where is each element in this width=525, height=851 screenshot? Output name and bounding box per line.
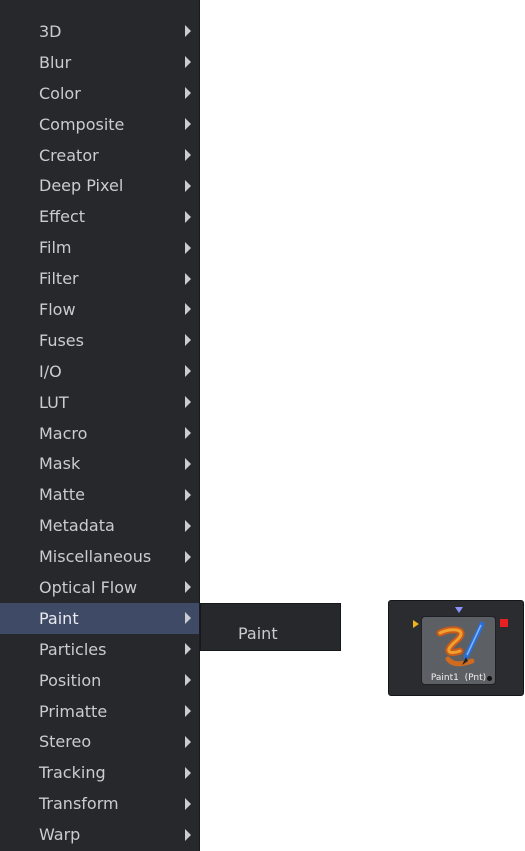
- submenu-arrow-icon: [185, 365, 191, 378]
- menu-item-label: Composite: [39, 114, 125, 134]
- submenu-arrow-icon: [185, 210, 191, 223]
- submenu-arrow-icon: [185, 241, 191, 254]
- menu-item-label: Film: [39, 238, 72, 258]
- submenu-arrow-icon: [185, 705, 191, 718]
- menu-item-fuses[interactable]: Fuses: [0, 325, 199, 356]
- submenu-arrow-icon: [185, 396, 191, 409]
- menu-item-label: Position: [39, 670, 102, 690]
- menu-item-label: Stereo: [39, 732, 92, 752]
- menu-item-miscellaneous[interactable]: Miscellaneous: [0, 541, 199, 572]
- menu-item-composite[interactable]: Composite: [0, 109, 199, 140]
- menu-item-flow[interactable]: Flow: [0, 294, 199, 325]
- menu-item-metadata[interactable]: Metadata: [0, 510, 199, 541]
- submenu-arrow-icon: [185, 272, 191, 285]
- menu-item-effect[interactable]: Effect: [0, 201, 199, 232]
- submenu-arrow-icon: [185, 457, 191, 470]
- menu-item-label: Miscellaneous: [39, 547, 152, 567]
- menu-item-3d[interactable]: 3D: [0, 16, 199, 47]
- menu-item-io[interactable]: I/O: [0, 356, 199, 387]
- submenu-arrow-icon: [185, 797, 191, 810]
- submenu-arrow-icon: [185, 149, 191, 161]
- menu-item-label: Creator: [39, 145, 99, 165]
- menu-item-label: Macro: [39, 423, 88, 443]
- submenu-arrow-icon: [185, 334, 191, 347]
- submenu-arrow-icon: [185, 25, 191, 38]
- submenu-item-paint[interactable]: Paint: [201, 620, 340, 648]
- menu-item-film[interactable]: Film: [0, 232, 199, 263]
- submenu-arrow-icon: [185, 766, 191, 779]
- menu-item-matte[interactable]: Matte: [0, 479, 199, 510]
- menu-item-warp[interactable]: Warp: [0, 819, 199, 850]
- submenu-arrow-icon: [185, 179, 191, 192]
- menu-item-label: Mask: [39, 454, 81, 474]
- menu-item-filter[interactable]: Filter: [0, 263, 199, 294]
- menu-item-label: Tracking: [39, 763, 106, 783]
- submenu-arrow-icon: [185, 303, 191, 316]
- submenu-arrow-icon: [185, 519, 191, 532]
- menu-item-macro[interactable]: Macro: [0, 418, 199, 449]
- submenu-arrow-icon: [185, 643, 191, 656]
- menu-item-label: Matte: [39, 485, 85, 505]
- background-input-icon[interactable]: [413, 620, 419, 628]
- menu-item-tracking[interactable]: Tracking: [0, 757, 199, 788]
- submenu-arrow-icon: [185, 118, 191, 131]
- menu-item-stereo[interactable]: Stereo: [0, 726, 199, 757]
- menu-item-label: Warp: [39, 825, 81, 845]
- menu-item-label: Blur: [39, 52, 72, 72]
- menu-item-label: Paint: [39, 608, 79, 628]
- menu-item-label: Fuses: [39, 330, 84, 350]
- menu-item-label: Color: [39, 83, 81, 103]
- menu-item-label: Filter: [39, 269, 79, 289]
- menu-item-transform[interactable]: Transform: [0, 788, 199, 819]
- menu-item-particles[interactable]: Particles: [0, 634, 199, 665]
- menu-item-mask[interactable]: Mask: [0, 448, 199, 479]
- output-port-icon[interactable]: [500, 619, 508, 627]
- menu-item-label: Optical Flow: [39, 577, 138, 597]
- submenu-arrow-icon: [185, 581, 191, 594]
- submenu-arrow-icon: [185, 550, 191, 563]
- paint-node[interactable]: Paint1 (Pnt): [421, 616, 496, 685]
- menu-item-label: Flow: [39, 299, 76, 319]
- submenu-arrow-icon: [185, 828, 191, 841]
- menu-item-label: Primatte: [39, 701, 108, 721]
- menu-item-label: Deep Pixel: [39, 176, 124, 196]
- paint-submenu: Paint: [200, 603, 341, 651]
- menu-item-position[interactable]: Position: [0, 665, 199, 696]
- submenu-arrow-icon: [185, 612, 191, 625]
- effect-mask-input-icon[interactable]: [455, 607, 463, 613]
- menu-item-paint[interactable]: Paint: [0, 602, 199, 634]
- submenu-arrow-icon: [185, 735, 191, 748]
- tools-menu: 3D Blur Color Composite Creator Deep Pix…: [0, 0, 200, 851]
- menu-item-deep-pixel[interactable]: Deep Pixel: [0, 170, 199, 201]
- menu-item-creator[interactable]: Creator: [0, 140, 199, 171]
- node-preview-panel: Paint1 (Pnt): [388, 600, 524, 696]
- menu-item-label: Transform: [39, 794, 119, 814]
- submenu-arrow-icon: [185, 87, 191, 100]
- menu-item-label: Particles: [39, 639, 107, 659]
- menu-item-label: Effect: [39, 207, 86, 227]
- menu-item-primatte[interactable]: Primatte: [0, 696, 199, 727]
- paint-brush-icon: [436, 621, 485, 667]
- node-label: Paint1 (Pnt): [430, 673, 487, 683]
- submenu-arrow-icon: [185, 674, 191, 687]
- menu-item-color[interactable]: Color: [0, 78, 199, 109]
- menu-item-label: 3D: [39, 21, 62, 41]
- submenu-arrow-icon: [185, 427, 191, 440]
- submenu-arrow-icon: [185, 488, 191, 501]
- menu-item-optical-flow[interactable]: Optical Flow: [0, 572, 199, 603]
- node-status-dot: [487, 676, 492, 681]
- menu-item-label: LUT: [39, 392, 69, 412]
- menu-item-lut[interactable]: LUT: [0, 387, 199, 418]
- menu-item-blur[interactable]: Blur: [0, 47, 199, 78]
- menu-item-label: Metadata: [39, 516, 115, 536]
- menu-item-label: I/O: [39, 361, 62, 381]
- submenu-arrow-icon: [185, 56, 191, 69]
